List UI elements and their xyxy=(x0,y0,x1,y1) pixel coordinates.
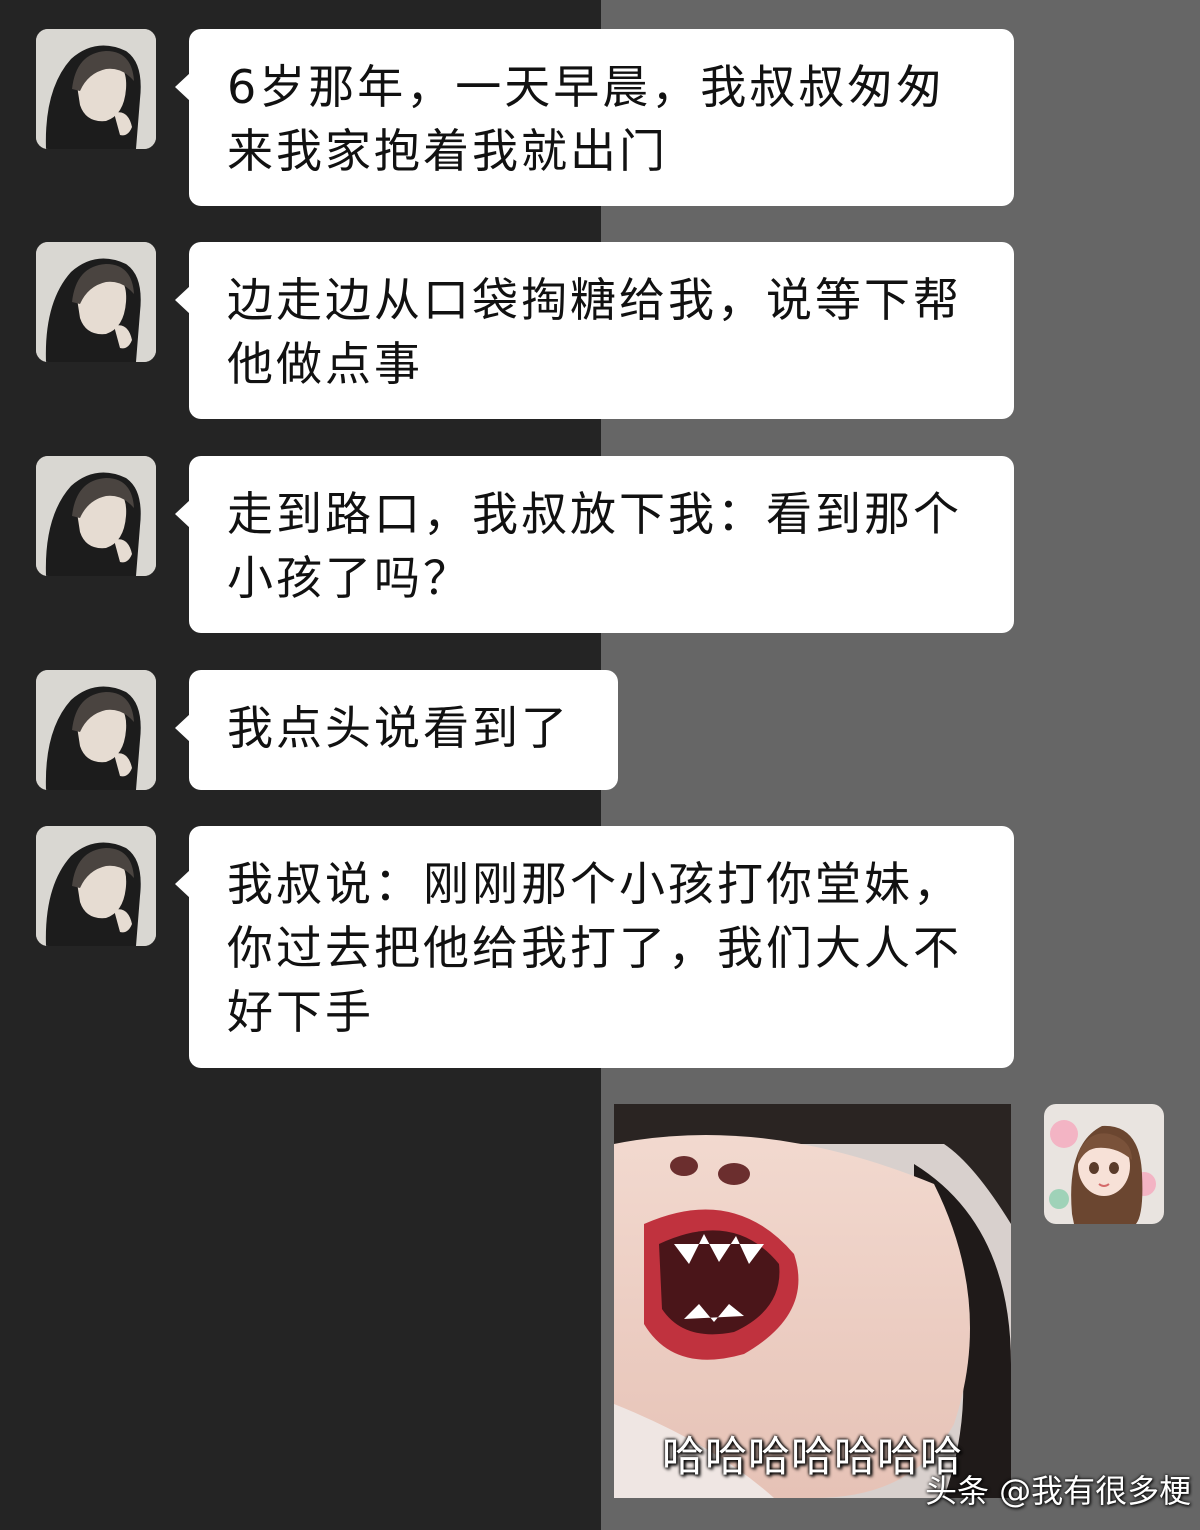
message-text: 我点头说看到了 xyxy=(227,701,570,755)
reply-meme-image[interactable]: 哈哈哈哈哈哈哈 xyxy=(614,1104,1011,1498)
self-avatar-icon[interactable] xyxy=(1044,1104,1164,1224)
sender-avatar-icon[interactable] xyxy=(36,29,156,149)
message-bubble[interactable]: 我点头说看到了 xyxy=(175,670,618,790)
message-text: 我叔说：刚刚那个小孩打你堂妹，你过去把他给我打了，我们大人不好下手 xyxy=(227,857,962,1039)
sender-avatar-icon[interactable] xyxy=(36,242,156,362)
sender-avatar-icon[interactable] xyxy=(36,826,156,946)
watermark: 头条 @我有很多梗 xyxy=(925,1472,1192,1510)
message-text: 6岁那年，一天早晨，我叔叔匆匆来我家抱着我就出门 xyxy=(227,60,946,178)
message-text: 走到路口，我叔放下我：看到那个小孩了吗？ xyxy=(227,487,962,605)
message-bubble[interactable]: 边走边从口袋掏糖给我，说等下帮他做点事 xyxy=(175,242,1014,419)
sender-avatar-icon[interactable] xyxy=(36,670,156,790)
sender-avatar-icon[interactable] xyxy=(36,456,156,576)
message-bubble[interactable]: 6岁那年，一天早晨，我叔叔匆匆来我家抱着我就出门 xyxy=(175,29,1014,206)
message-bubble[interactable]: 我叔说：刚刚那个小孩打你堂妹，你过去把他给我打了，我们大人不好下手 xyxy=(175,826,1014,1068)
message-bubble[interactable]: 走到路口，我叔放下我：看到那个小孩了吗？ xyxy=(175,456,1014,633)
message-text: 边走边从口袋掏糖给我，说等下帮他做点事 xyxy=(227,273,962,391)
